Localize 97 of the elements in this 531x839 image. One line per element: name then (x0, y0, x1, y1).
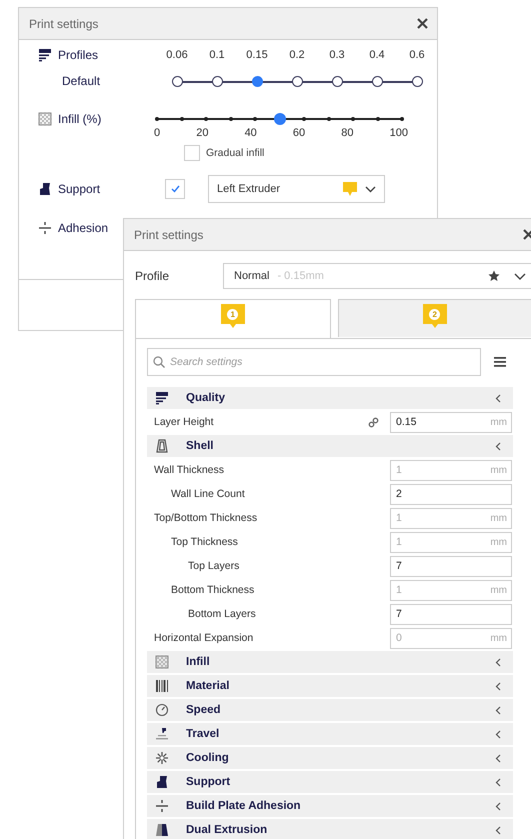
category-header[interactable]: Dual Extrusion (147, 819, 513, 839)
slider-point[interactable] (412, 76, 422, 86)
unit-label: mm (490, 512, 507, 524)
close-icon[interactable] (417, 18, 428, 29)
support-icon (155, 775, 169, 789)
tick-label: 40 (244, 127, 257, 139)
layer-height-label: 0.06 (165, 49, 189, 61)
layer-height-label: 0.15 (245, 49, 269, 61)
unit-label: mm (490, 632, 507, 644)
category-header[interactable]: Speed (147, 699, 513, 721)
unit-label: mm (490, 464, 507, 476)
profiles-label: Profiles (58, 48, 98, 62)
profile-dropdown[interactable]: Normal - 0.15mm (223, 263, 531, 289)
menu-icon[interactable] (494, 357, 506, 367)
adhesion-label: Adhesion (58, 221, 108, 235)
quality-icon (38, 48, 52, 62)
profile-label: Profile (135, 269, 170, 283)
infill-icon (38, 112, 52, 126)
infill-label: Infill (%) (58, 112, 102, 126)
tower-icon (155, 823, 169, 837)
value-field[interactable]: 0.15 mm (390, 412, 512, 432)
checkbox[interactable] (165, 179, 185, 199)
slider-point[interactable] (332, 76, 342, 86)
close-icon[interactable] (523, 229, 531, 240)
infill-icon (155, 655, 169, 669)
adhesion-icon (155, 799, 169, 813)
category-header[interactable]: Quality (147, 387, 513, 409)
value-field[interactable]: 7 (390, 604, 512, 624)
slider-point[interactable] (292, 76, 302, 86)
category-header[interactable]: Material (147, 675, 513, 697)
layer-height-label: 0.3 (328, 49, 346, 61)
slider-point[interactable] (212, 76, 222, 86)
category-header[interactable]: Infill (147, 651, 513, 673)
setting-label: Bottom Thickness (170, 584, 256, 596)
category-header[interactable]: Travel (147, 723, 513, 745)
gauge-icon (155, 703, 169, 717)
layer-height-label: 0.6 (408, 49, 426, 61)
layer-height-label: 0.1 (208, 49, 226, 61)
setting-label: Layer Height (153, 416, 215, 428)
slider-thumb[interactable] (274, 113, 286, 125)
tick-label: 80 (341, 127, 354, 139)
adhesion-icon (38, 221, 52, 235)
window-title: Print settings (134, 228, 204, 242)
category-header[interactable]: Support (147, 771, 513, 793)
check-icon (170, 185, 180, 193)
chevron-left-icon (495, 394, 501, 402)
window-title: Print settings (29, 16, 98, 30)
slider-point[interactable] (172, 76, 182, 86)
checkbox[interactable] (184, 145, 200, 161)
extruder-dropdown[interactable]: Left Extruder (208, 175, 385, 203)
search-icon (153, 356, 165, 368)
chevron-left-icon (495, 442, 501, 450)
category-header[interactable]: Build Plate Adhesion (147, 795, 513, 817)
slider-point[interactable] (372, 76, 382, 86)
support-icon (38, 182, 52, 196)
chevron-left-icon (495, 826, 501, 834)
category-header[interactable]: Shell (147, 435, 513, 457)
unit-label: mm (490, 584, 507, 596)
setting-label: Top Thickness (170, 536, 239, 548)
quality-icon (155, 391, 169, 405)
chevron-left-icon (495, 658, 501, 666)
nozzle-icon (155, 727, 169, 741)
fan-icon (155, 751, 169, 765)
extruder-marker-icon (343, 182, 357, 196)
chevron-left-icon (495, 802, 501, 810)
chevron-left-icon (495, 754, 501, 762)
setting-label: Wall Line Count (170, 488, 246, 500)
chevron-down-icon (514, 272, 526, 280)
barcode-icon (155, 679, 169, 693)
tick-label: 0 (154, 127, 160, 139)
category-header[interactable]: Cooling (147, 747, 513, 769)
setting-label: Top/Bottom Thickness (153, 512, 258, 524)
chevron-left-icon (495, 706, 501, 714)
profile-name: Default (62, 74, 102, 88)
value-field[interactable]: 7 (390, 556, 512, 576)
setting-label: Bottom Layers (187, 608, 257, 620)
chevron-left-icon (495, 730, 501, 738)
setting-label: Wall Thickness (153, 464, 226, 476)
setting-label: Top Layers (187, 560, 240, 572)
tick-label: 60 (292, 127, 306, 139)
chevron-left-icon (495, 778, 501, 786)
support-label: Support (58, 182, 100, 196)
chevron-left-icon (495, 682, 501, 690)
gradual-infill-label: Gradual infill (206, 147, 264, 159)
value-field[interactable]: 2 (390, 484, 512, 504)
tick-label: 100 (390, 127, 408, 139)
search-field[interactable]: Search settings (147, 348, 481, 376)
layer-height-label: 0.4 (368, 49, 386, 61)
tick-label: 20 (196, 127, 208, 139)
tower-icon (155, 439, 169, 453)
unit-label: mm (490, 536, 507, 548)
star-icon[interactable] (488, 270, 500, 282)
layer-height-label: 0.2 (288, 49, 306, 61)
unit-label: mm (490, 416, 507, 428)
slider-point[interactable] (252, 76, 262, 86)
chevron-down-icon (365, 186, 376, 192)
setting-label: Horizontal Expansion (153, 632, 254, 644)
